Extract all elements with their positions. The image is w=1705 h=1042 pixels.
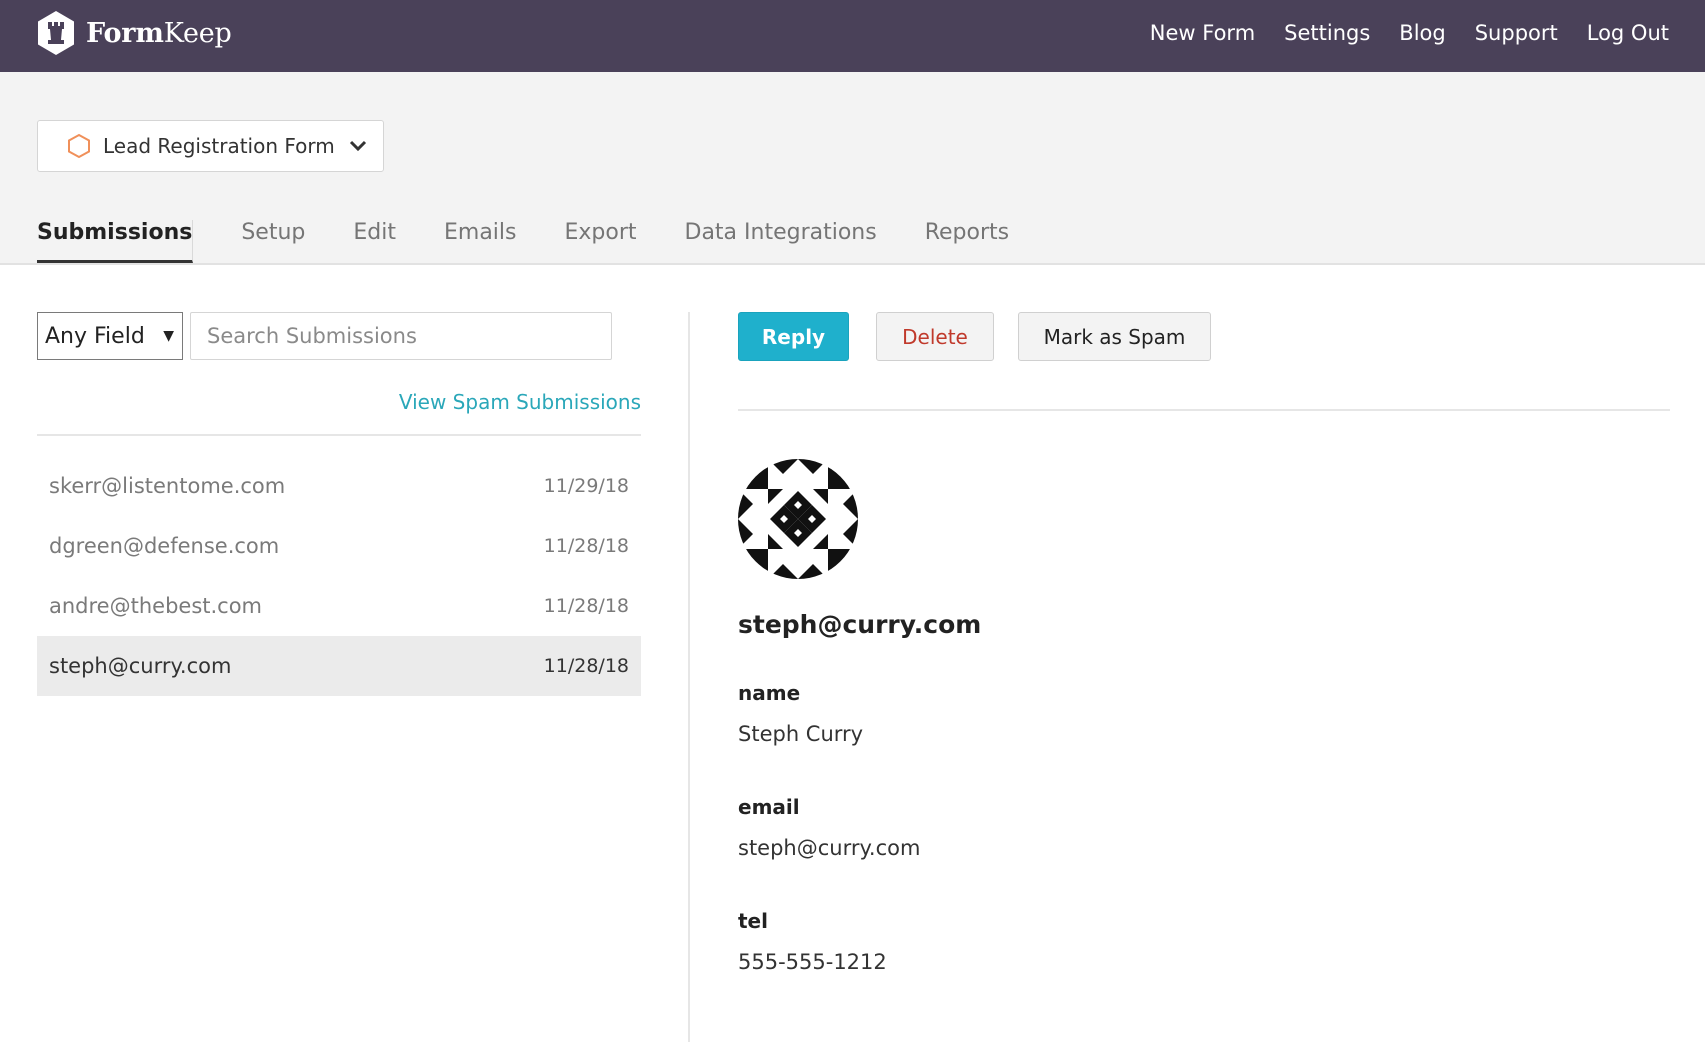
submission-date: 11/28/18 (543, 535, 629, 557)
submissions-panel: Any Field ▼ View Spam Submissions skerr@… (37, 312, 641, 696)
tab-data-integrations[interactable]: Data Integrations (685, 220, 877, 263)
detail-divider (738, 409, 1670, 411)
nav-blog[interactable]: Blog (1399, 21, 1445, 45)
submission-actions: Reply Delete Mark as Spam (738, 312, 1670, 361)
formkeep-logo[interactable]: FormKeep (36, 10, 232, 56)
field-email: email steph@curry.com (738, 793, 1670, 863)
form-selector-dropdown[interactable]: Lead Registration Form (37, 120, 384, 172)
form-tabs: Submissions Setup Edit Emails Export Dat… (37, 220, 1057, 263)
submission-email: dgreen@defense.com (49, 534, 280, 558)
submissions-list: skerr@listentome.com 11/29/18 dgreen@def… (37, 456, 641, 696)
rook-shield-logo-icon (38, 11, 74, 55)
nav-settings[interactable]: Settings (1284, 21, 1370, 45)
top-nav-links: New Form Settings Blog Support Log Out (1121, 0, 1669, 66)
tab-setup[interactable]: Setup (241, 220, 305, 263)
nav-log-out[interactable]: Log Out (1587, 21, 1669, 45)
nav-support[interactable]: Support (1475, 21, 1558, 45)
field-filter-value: Any Field (45, 323, 145, 349)
top-navigation-bar: FormKeep New Form Settings Blog Support … (0, 0, 1705, 72)
submission-email: skerr@listentome.com (49, 474, 286, 498)
brand-name: FormKeep (86, 17, 232, 49)
submission-row[interactable]: skerr@listentome.com 11/29/18 (37, 456, 641, 516)
field-label: name (738, 681, 801, 705)
identicon-avatar (738, 459, 858, 579)
nav-new-form[interactable]: New Form (1150, 21, 1255, 45)
form-header: Lead Registration Form Submissions Setup… (0, 72, 1705, 265)
field-value: 555-555-1212 (738, 950, 887, 974)
submission-email: steph@curry.com (49, 654, 232, 678)
submission-date: 11/28/18 (543, 595, 629, 617)
field-value: steph@curry.com (738, 836, 921, 860)
tab-emails[interactable]: Emails (444, 220, 517, 263)
field-label: tel (738, 909, 768, 933)
tab-edit[interactable]: Edit (353, 220, 396, 263)
field-label: email (738, 795, 800, 819)
search-submissions-input[interactable] (190, 312, 612, 360)
field-value: Steph Curry (738, 722, 864, 746)
reply-button[interactable]: Reply (738, 312, 849, 361)
submitter-email: steph@curry.com (738, 610, 982, 639)
submission-date: 11/29/18 (543, 475, 629, 497)
field-tel: tel 555-555-1212 (738, 907, 1670, 977)
field-name: name Steph Curry (738, 679, 1670, 749)
delete-button[interactable]: Delete (876, 312, 994, 361)
form-selector-label: Lead Registration Form (103, 134, 335, 158)
chevron-down-icon (349, 140, 366, 152)
view-spam-submissions-link[interactable]: View Spam Submissions (37, 388, 641, 416)
tab-reports[interactable]: Reports (925, 220, 1009, 263)
list-divider (37, 434, 641, 436)
column-divider (688, 312, 690, 1042)
hexagon-icon (68, 133, 90, 159)
search-filter-row: Any Field ▼ (37, 312, 641, 360)
submission-row-selected[interactable]: steph@curry.com 11/28/18 (37, 636, 641, 696)
submission-row[interactable]: dgreen@defense.com 11/28/18 (37, 516, 641, 576)
field-filter-select[interactable]: Any Field ▼ (37, 312, 183, 360)
submission-row[interactable]: andre@thebest.com 11/28/18 (37, 576, 641, 636)
submission-detail-panel: Reply Delete Mark as Spam steph@curry.co… (738, 312, 1670, 977)
tab-submissions[interactable]: Submissions (37, 220, 194, 263)
tab-export[interactable]: Export (564, 220, 636, 263)
caret-down-icon: ▼ (163, 328, 174, 344)
submission-date: 11/28/18 (543, 655, 629, 677)
mark-as-spam-button[interactable]: Mark as Spam (1018, 312, 1211, 361)
submission-email: andre@thebest.com (49, 594, 263, 618)
